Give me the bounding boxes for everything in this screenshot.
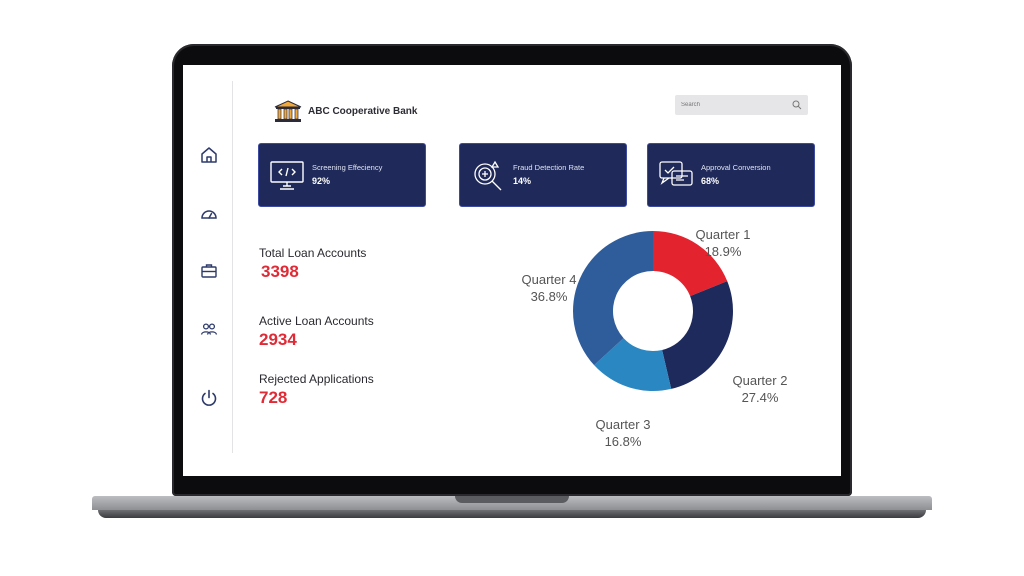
stat-label-rejected: Rejected Applications: [259, 372, 374, 386]
slice-label-1: Quarter 1: [696, 227, 751, 242]
briefcase-icon[interactable]: [199, 261, 219, 281]
stat-value-rejected: 728: [259, 388, 288, 407]
dashboard-screen: ABC Cooperative Bank Screening Effecienc…: [183, 65, 841, 476]
slice-value-1: 18.9%: [705, 244, 742, 259]
stat-label-total: Total Loan Accounts: [259, 246, 367, 260]
kpi-title: Screening Effeciency: [312, 163, 383, 172]
kpi-title: Approval Conversion: [701, 163, 771, 172]
approval-chat-icon: [659, 161, 693, 186]
search-input[interactable]: [681, 95, 785, 115]
bank-building-icon: [273, 100, 303, 124]
stat-value-active: 2934: [259, 330, 297, 349]
gauge-icon[interactable]: [199, 204, 219, 224]
fraud-search-icon: [474, 160, 502, 191]
search-box[interactable]: [675, 95, 808, 115]
search-icon[interactable]: [792, 100, 802, 110]
slice-value-2: 27.4%: [742, 390, 779, 405]
monitor-code-icon: [270, 161, 304, 190]
sidebar-divider: [232, 81, 233, 453]
kpi-value: 92%: [312, 176, 331, 186]
home-icon[interactable]: [199, 145, 219, 165]
slice-label-2: Quarter 2: [733, 373, 788, 388]
users-icon[interactable]: [199, 319, 219, 339]
kpi-card-approval[interactable]: Approval Conversion 68%: [647, 143, 815, 207]
kpi-value: 68%: [701, 176, 720, 186]
kpi-title: Fraud Detection Rate: [513, 163, 585, 172]
kpi-value: 14%: [513, 176, 532, 186]
slice-value-4: 36.8%: [531, 289, 568, 304]
kpi-card-fraud[interactable]: Fraud Detection Rate 14%: [459, 143, 627, 207]
slice-label-4: Quarter 4: [522, 272, 577, 287]
laptop-notch: [455, 496, 569, 503]
donut-slice-2: [662, 281, 733, 389]
slice-value-3: 16.8%: [605, 434, 642, 449]
power-icon[interactable]: [199, 388, 219, 408]
kpi-card-screening[interactable]: Screening Effeciency 92%: [258, 143, 426, 207]
slice-label-3: Quarter 3: [596, 417, 651, 432]
stat-label-active: Active Loan Accounts: [259, 314, 374, 328]
quarter-donut-chart: Quarter 1 18.9% Quarter 2 27.4% Quarter 3 16.…: [522, 227, 788, 449]
laptop-base-bottom: [98, 510, 926, 518]
stat-value-total: 3398: [261, 262, 299, 281]
brand-name: ABC Cooperative Bank: [308, 106, 418, 117]
donut-slice-4: [573, 231, 653, 366]
